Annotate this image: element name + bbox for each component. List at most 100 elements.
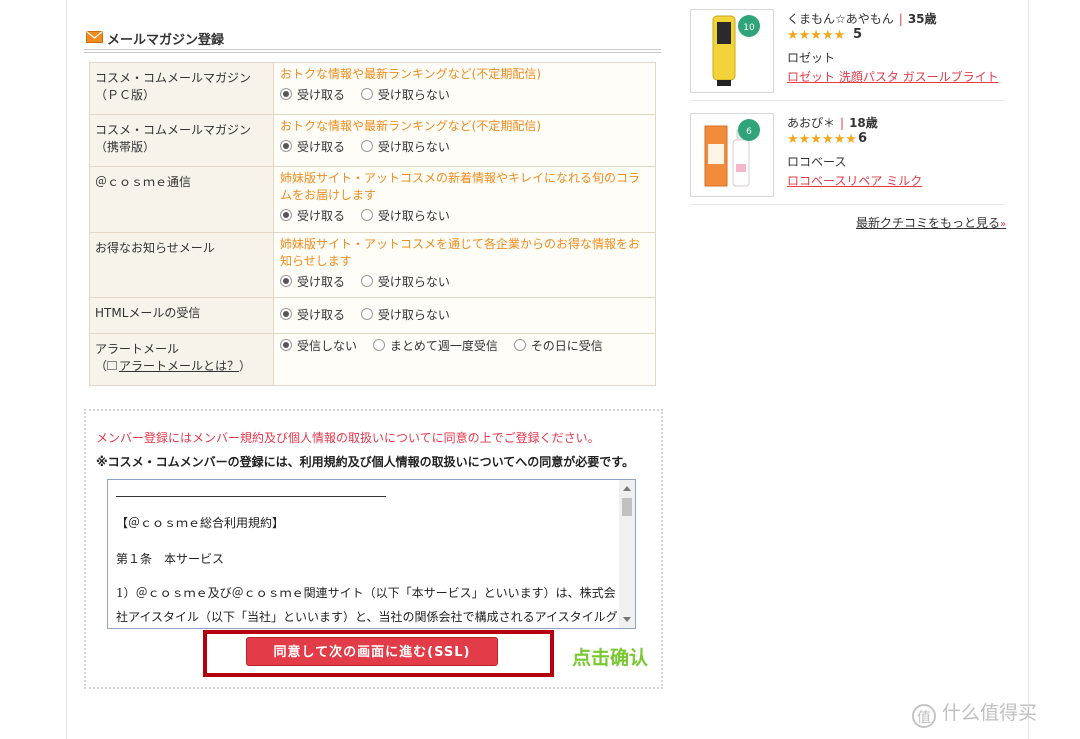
radio-button[interactable] bbox=[360, 140, 373, 152]
memo-icon bbox=[107, 361, 118, 370]
review-divider bbox=[690, 100, 1005, 101]
radio-group: 受信しない まとめて週一度受信 その日に受信 bbox=[280, 338, 647, 355]
radio-button[interactable] bbox=[360, 88, 373, 100]
radio-button-checked[interactable] bbox=[280, 339, 292, 351]
radio-not-receive[interactable]: 受け取らない bbox=[360, 208, 450, 225]
radio-label: その日に受信 bbox=[530, 339, 603, 353]
setting-label: お得なお知らせメール bbox=[89, 232, 274, 298]
rating-score: 5 bbox=[853, 27, 863, 42]
radio-button-checked[interactable] bbox=[280, 88, 292, 100]
setting-row-alert-mail: アラートメール （アラートメールとは？） 受信しない まとめて週一度受信 その日… bbox=[89, 333, 656, 386]
terms-textarea[interactable]: 【＠ｃｏｓｍｅ総合利用規約】 第１条 本サービス 1）＠ｃｏｓｍｅ及び＠ｃｏｓｍ… bbox=[107, 479, 636, 629]
radio-label: 受け取らない bbox=[377, 308, 450, 322]
setting-value: おトクな情報や最新ランキングなど(不定期配信) 受け取る 受け取らない bbox=[273, 62, 656, 115]
scroll-thumb[interactable] bbox=[622, 498, 632, 516]
radio-label: 受け取る bbox=[297, 308, 346, 322]
radio-no-alert[interactable]: 受信しない bbox=[280, 338, 357, 355]
radio-receive[interactable]: 受け取る bbox=[280, 274, 345, 291]
reviewer-info: くまもん☆あやもん | 35歳 bbox=[787, 10, 937, 27]
product-image: 6 bbox=[704, 119, 760, 187]
rating-stars-icon: ★★★★★ bbox=[787, 28, 846, 43]
terms-line: 1）＠ｃｏｓｍｅ及び＠ｃｏｓｍｅ関連サイト（以下「本サービス」といいます）は、株… bbox=[116, 586, 616, 600]
radio-group: 受け取る 受け取らない bbox=[280, 87, 647, 104]
agreement-notice-red: メンバー登録にはメンバー規約及び個人情報の取扱いについてに同意の上でご登録くださ… bbox=[96, 431, 600, 445]
radio-button-checked[interactable] bbox=[280, 308, 292, 320]
radio-not-receive[interactable]: 受け取らない bbox=[360, 307, 450, 324]
radio-group: 受け取る 受け取らない bbox=[280, 139, 647, 156]
setting-label: コスメ・コムメールマガジン（ＰＣ版） bbox=[89, 62, 274, 115]
reviewer-info: あおぴ＊ | 18歳 bbox=[787, 114, 878, 131]
setting-description: おトクな情報や最新ランキングなど(不定期配信) bbox=[280, 119, 542, 133]
terms-line: 【＠ｃｏｓｍｅ総合利用規約】 bbox=[116, 516, 285, 530]
radio-not-receive[interactable]: 受け取らない bbox=[360, 139, 450, 156]
setting-value: おトクな情報や最新ランキングなど(不定期配信) 受け取る 受け取らない bbox=[273, 114, 656, 167]
rating-score: 6 bbox=[858, 131, 868, 146]
radio-button[interactable] bbox=[360, 209, 373, 221]
setting-row-pc-magazine: コスメ・コムメールマガジン（ＰＣ版） おトクな情報や最新ランキングなど(不定期配… bbox=[89, 62, 656, 115]
radio-group: 受け取る 受け取らない bbox=[280, 274, 647, 291]
terms-scrollbar[interactable] bbox=[619, 480, 635, 628]
rating-stars-icon: ★★★★★★ bbox=[787, 132, 857, 147]
brand-name: ロゼット bbox=[787, 51, 836, 65]
envelope-icon bbox=[86, 31, 103, 43]
setting-label: ＠ｃｏｓｍｅ通信 bbox=[89, 166, 274, 233]
radio-label: 受け取らない bbox=[377, 209, 450, 223]
terms-line: 第１条 本サービス bbox=[116, 552, 225, 566]
review-item: 10 くまもん☆あやもん | 35歳 ★★★★★ 5 ロゼット ロゼット 洗顔パスタ… bbox=[690, 9, 1005, 101]
product-link[interactable]: ロゼット 洗顔パスタ ガスールブライト bbox=[787, 68, 999, 85]
setting-label: アラートメール （アラートメールとは？） bbox=[89, 333, 274, 386]
radio-button-checked[interactable] bbox=[280, 140, 292, 152]
more-reviews-label: 最新クチコミをもっと見る bbox=[856, 216, 1001, 230]
watermark-text: 什么值得买 bbox=[942, 702, 1038, 724]
product-thumbnail[interactable]: 6 bbox=[690, 113, 774, 197]
heading-rule bbox=[84, 49, 661, 50]
setting-description: 姉妹版サイト・アットコスメを通じて各企業からのお得な情報をお知らせします bbox=[280, 237, 641, 268]
setting-row-deal-mail: お得なお知らせメール 姉妹版サイト・アットコスメを通じて各企業からのお得な情報を… bbox=[89, 232, 656, 298]
mail-magazine-heading: メールマガジン登録 bbox=[84, 26, 661, 53]
radio-not-receive[interactable]: 受け取らない bbox=[360, 274, 450, 291]
radio-button-checked[interactable] bbox=[280, 275, 292, 287]
setting-description: おトクな情報や最新ランキングなど(不定期配信) bbox=[280, 67, 542, 81]
click-confirm-annotation: 点击确认 bbox=[572, 647, 649, 669]
reviewer-name: あおぴ＊ bbox=[787, 116, 836, 130]
scroll-down-arrow-icon[interactable] bbox=[623, 617, 631, 622]
setting-value: 受け取る 受け取らない bbox=[273, 297, 656, 334]
radio-button-checked[interactable] bbox=[280, 209, 292, 221]
right-border bbox=[1028, 0, 1029, 739]
alert-mail-label: アラートメール bbox=[95, 342, 180, 356]
radio-receive[interactable]: 受け取る bbox=[280, 307, 345, 324]
radio-label: 受信しない bbox=[297, 339, 358, 353]
product-link[interactable]: ロコベースリペア ミルク bbox=[787, 172, 922, 189]
radio-button[interactable] bbox=[360, 308, 373, 320]
agree-next-button[interactable]: 同意して次の画面に進む(SSL) bbox=[246, 637, 498, 666]
separator: | bbox=[898, 12, 903, 26]
section-title: メールマガジン登録 bbox=[107, 33, 225, 48]
alert-mail-help-link[interactable]: アラートメールとは？ bbox=[119, 359, 239, 373]
agreement-notice: ※コスメ・コムメンバーの登録には、利用規約及び個人情報の取扱いについてへの同意が… bbox=[96, 455, 635, 469]
left-border bbox=[66, 0, 67, 739]
radio-weekly-alert[interactable]: まとめて週一度受信 bbox=[372, 338, 498, 355]
radio-receive[interactable]: 受け取る bbox=[280, 87, 345, 104]
terms-rule bbox=[116, 496, 386, 497]
radio-not-receive[interactable]: 受け取らない bbox=[360, 87, 450, 104]
radio-label: まとめて週一度受信 bbox=[389, 339, 498, 353]
alert-mail-help: （アラートメールとは？） bbox=[95, 359, 252, 373]
radio-button[interactable] bbox=[372, 339, 385, 351]
setting-row-mobile-magazine: コスメ・コムメールマガジン（携帯版） おトクな情報や最新ランキングなど(不定期配… bbox=[89, 114, 656, 167]
more-reviews-link[interactable]: 最新クチコミをもっと見る» bbox=[856, 214, 1006, 231]
radio-receive[interactable]: 受け取る bbox=[280, 139, 345, 156]
scroll-up-arrow-icon[interactable] bbox=[623, 486, 631, 491]
ranking-badge: 6 bbox=[746, 127, 752, 137]
brand-name: ロコベース bbox=[787, 155, 847, 169]
product-thumbnail[interactable]: 10 bbox=[690, 9, 774, 93]
radio-receive[interactable]: 受け取る bbox=[280, 208, 345, 225]
double-chevron-right-icon: » bbox=[1000, 219, 1007, 230]
review-item: 6 あおぴ＊ | 18歳 ★★★★★★ 6 ロコベース ロコベースリペア ミルク bbox=[690, 113, 1005, 205]
radio-button[interactable] bbox=[513, 339, 526, 351]
radio-daily-alert[interactable]: その日に受信 bbox=[513, 338, 603, 355]
setting-description: 姉妹版サイト・アットコスメの新着情報やキレイになれる旬のコラムをお届けします bbox=[280, 171, 641, 202]
setting-value: 姉妹版サイト・アットコスメを通じて各企業からのお得な情報をお知らせします 受け取… bbox=[273, 232, 656, 298]
radio-label: 受け取る bbox=[297, 88, 346, 102]
radio-label: 受け取らない bbox=[377, 275, 450, 289]
radio-button[interactable] bbox=[360, 275, 373, 287]
